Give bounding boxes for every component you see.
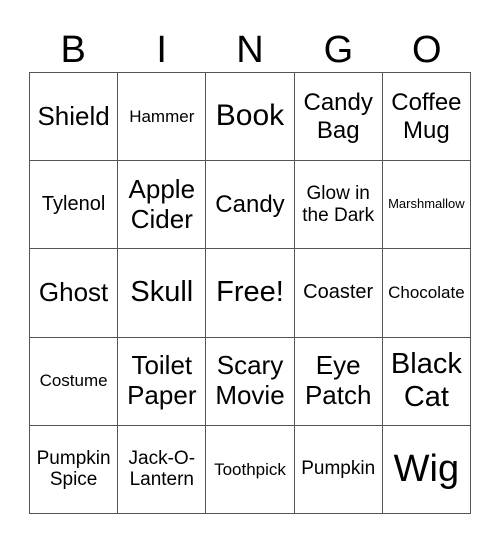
bingo-cell[interactable]: Coffee Mug (382, 73, 471, 162)
bingo-cell[interactable]: Candy Bag (294, 73, 383, 162)
header-letter-o: O (412, 29, 442, 71)
bingo-cell[interactable]: Skull (118, 249, 207, 338)
bingo-cell[interactable]: Chocolate (382, 249, 471, 338)
bingo-cell[interactable]: Candy (206, 161, 295, 250)
bingo-cell[interactable]: Wig (382, 425, 471, 514)
bingo-cell[interactable]: Scary Movie (206, 337, 295, 426)
header-letter-i: I (156, 29, 167, 71)
bingo-cell[interactable]: Coaster (294, 249, 383, 338)
bingo-cell[interactable]: Jack-O-Lantern (118, 425, 207, 514)
bingo-cell[interactable]: Shield (30, 73, 119, 162)
header-letter-g: G (323, 29, 354, 71)
bingo-cell[interactable]: Hammer (118, 73, 207, 162)
bingo-cell[interactable]: Toilet Paper (118, 337, 207, 426)
bingo-cell[interactable]: Apple Cider (118, 161, 207, 250)
bingo-cell[interactable]: Ghost (30, 249, 119, 338)
bingo-card-grid: Shield Hammer Book Candy Bag Coffee Mug … (29, 72, 471, 514)
bingo-header: B I N G O (29, 28, 471, 72)
free-space-cell[interactable]: Free! (206, 249, 295, 338)
bingo-cell[interactable]: Pumpkin (294, 425, 383, 514)
bingo-cell[interactable]: Marshmallow (382, 161, 471, 250)
bingo-cell[interactable]: Tylenol (30, 161, 119, 250)
header-letter-n: N (236, 29, 264, 71)
bingo-cell[interactable]: Costume (30, 337, 119, 426)
bingo-cell[interactable]: Toothpick (206, 425, 295, 514)
bingo-cell[interactable]: Eye Patch (294, 337, 383, 426)
header-letter-b: B (60, 29, 86, 71)
bingo-cell[interactable]: Glow in the Dark (294, 161, 383, 250)
bingo-cell[interactable]: Book (206, 73, 295, 162)
bingo-cell[interactable]: Black Cat (382, 337, 471, 426)
bingo-cell[interactable]: Pumpkin Spice (30, 425, 119, 514)
